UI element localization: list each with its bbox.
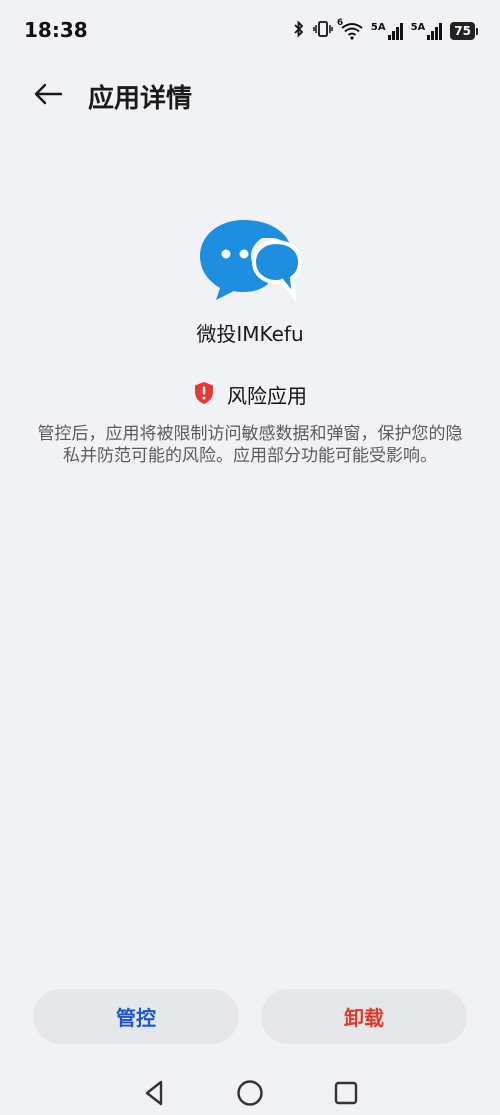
navigation-bar — [0, 1070, 500, 1115]
battery-level: 75 — [450, 22, 475, 40]
app-icon — [196, 216, 306, 306]
arrow-left-icon — [34, 83, 63, 105]
battery-icon: 75 — [450, 22, 478, 40]
bluetooth-icon — [293, 20, 305, 42]
vibrate-icon — [313, 20, 333, 42]
triangle-back-icon — [145, 1080, 163, 1106]
nav-back-button[interactable] — [139, 1078, 169, 1108]
chat-bubbles-icon — [200, 220, 303, 303]
nav-recent-button[interactable] — [331, 1078, 361, 1108]
shield-alert-icon — [193, 381, 215, 409]
status-time: 18:38 — [24, 18, 88, 42]
circle-home-icon — [237, 1080, 263, 1106]
square-recent-icon — [334, 1081, 358, 1105]
status-icons: 6 5A 5A 75 — [293, 18, 478, 42]
wifi-label: 6 — [336, 18, 344, 28]
header: 应用详情 — [0, 66, 500, 122]
page-title: 应用详情 — [88, 84, 193, 114]
manage-button[interactable]: 管控 — [33, 989, 239, 1044]
nav-home-button[interactable] — [235, 1078, 265, 1108]
app-name: 微投IMKefu — [196, 322, 304, 346]
risk-label: 风险应用 — [227, 384, 307, 408]
back-button[interactable] — [28, 74, 68, 114]
network-label-1: 5A — [370, 22, 386, 33]
network-label-2: 5A — [410, 22, 426, 33]
signal-icon-1: 5A — [371, 22, 403, 40]
risk-description: 管控后，应用将被限制访问敏感数据和弹窗，保护您的隐私并防范可能的风险。应用部分功… — [37, 424, 463, 466]
signal-icon-2: 5A — [411, 22, 443, 40]
status-bar: 18:38 6 5A 5A 75 — [0, 0, 500, 64]
wifi-icon: 6 — [337, 18, 363, 40]
uninstall-button[interactable]: 卸载 — [261, 989, 467, 1044]
risk-row: 风险应用 — [0, 380, 500, 409]
